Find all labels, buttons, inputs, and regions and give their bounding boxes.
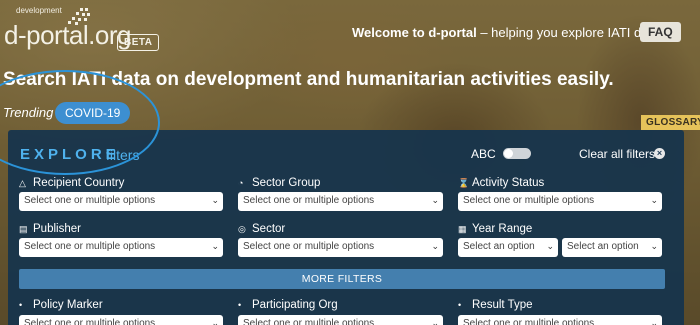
trending-tag-covid[interactable]: COVID-19 bbox=[55, 102, 131, 124]
page-headline: Search IATI data on development and huma… bbox=[3, 69, 614, 90]
abc-toggle[interactable] bbox=[503, 148, 531, 159]
chevron-down-icon: ⌄ bbox=[546, 241, 554, 251]
dot-icon: • bbox=[238, 300, 242, 310]
toggle-knob bbox=[504, 149, 513, 158]
year-range-start-select[interactable]: Select an option ⌄ bbox=[458, 238, 558, 257]
explore-filters-panel: EXPLORE filters ABC Clear all filters × … bbox=[8, 130, 684, 325]
activity-status-select[interactable]: Select one or multiple options ⌄ bbox=[458, 192, 662, 211]
explore-subtitle: filters bbox=[106, 147, 140, 163]
welcome-message: Welcome to d-portal – helping you explor… bbox=[352, 25, 659, 40]
year-range-end-select[interactable]: Select an option ⌄ bbox=[562, 238, 662, 257]
welcome-bold: Welcome to d-portal bbox=[352, 25, 477, 40]
chevron-down-icon: ⌄ bbox=[211, 318, 219, 325]
label-activity-status: ⌛ Activity Status bbox=[458, 177, 545, 189]
result-type-select[interactable]: Select one or multiple options ⌄ bbox=[458, 315, 662, 325]
label-recipient-country: △ Recipient Country bbox=[19, 177, 125, 189]
target-icon: ◎ bbox=[238, 224, 246, 234]
calendar-icon: ▦ bbox=[458, 224, 467, 234]
dot-icon: • bbox=[458, 300, 462, 310]
welcome-rest: – helping you explore IATI data bbox=[476, 25, 660, 40]
logo-tagline: development bbox=[16, 6, 62, 15]
clear-all-filters[interactable]: Clear all filters bbox=[579, 147, 655, 161]
sector-select[interactable]: Select one or multiple options ⌄ bbox=[238, 238, 443, 257]
beta-badge: BETA bbox=[117, 34, 160, 51]
close-icon[interactable]: × bbox=[654, 148, 665, 159]
chevron-down-icon: ⌄ bbox=[650, 241, 658, 251]
chevron-down-icon: ⌄ bbox=[211, 195, 219, 205]
sector-group-select[interactable]: Select one or multiple options ⌄ bbox=[238, 192, 443, 211]
label-sector: ◎ Sector bbox=[238, 223, 286, 235]
dot-icon: • bbox=[19, 300, 23, 310]
publisher-select[interactable]: Select one or multiple options ⌄ bbox=[19, 238, 223, 257]
chevron-down-icon: ⌄ bbox=[431, 195, 439, 205]
label-sector-group: ◔ Sector Group bbox=[238, 177, 321, 189]
policy-marker-select[interactable]: Select one or multiple options ⌄ bbox=[19, 315, 223, 325]
chevron-down-icon: ⌄ bbox=[650, 195, 658, 205]
chevron-down-icon: ⌄ bbox=[431, 241, 439, 251]
triangle-icon: △ bbox=[19, 178, 26, 188]
document-icon: ▤ bbox=[19, 224, 28, 234]
abc-label: ABC bbox=[471, 147, 496, 161]
recipient-country-select[interactable]: Select one or multiple options ⌄ bbox=[19, 192, 223, 211]
logo-wordmark: d-portal.org bbox=[4, 20, 131, 50]
more-filters-button[interactable]: MORE FILTERS bbox=[19, 269, 665, 289]
trending-label: Trending bbox=[3, 105, 54, 120]
label-policy-marker: • Policy Marker bbox=[19, 299, 103, 311]
explore-title: EXPLORE bbox=[20, 146, 120, 163]
label-year-range: ▦ Year Range bbox=[458, 223, 533, 235]
label-participating-org: • Participating Org bbox=[238, 299, 338, 311]
glossary-button[interactable]: GLOSSARY bbox=[641, 115, 700, 130]
chevron-down-icon: ⌄ bbox=[650, 318, 658, 325]
faq-button[interactable]: FAQ bbox=[640, 22, 681, 42]
label-result-type: • Result Type bbox=[458, 299, 533, 311]
participating-org-select[interactable]: Select one or multiple options ⌄ bbox=[238, 315, 443, 325]
pie-icon: ◔ bbox=[238, 178, 244, 188]
chevron-down-icon: ⌄ bbox=[431, 318, 439, 325]
chevron-down-icon: ⌄ bbox=[211, 241, 219, 251]
hourglass-icon: ⌛ bbox=[458, 178, 470, 188]
label-publisher: ▤ Publisher bbox=[19, 223, 81, 235]
